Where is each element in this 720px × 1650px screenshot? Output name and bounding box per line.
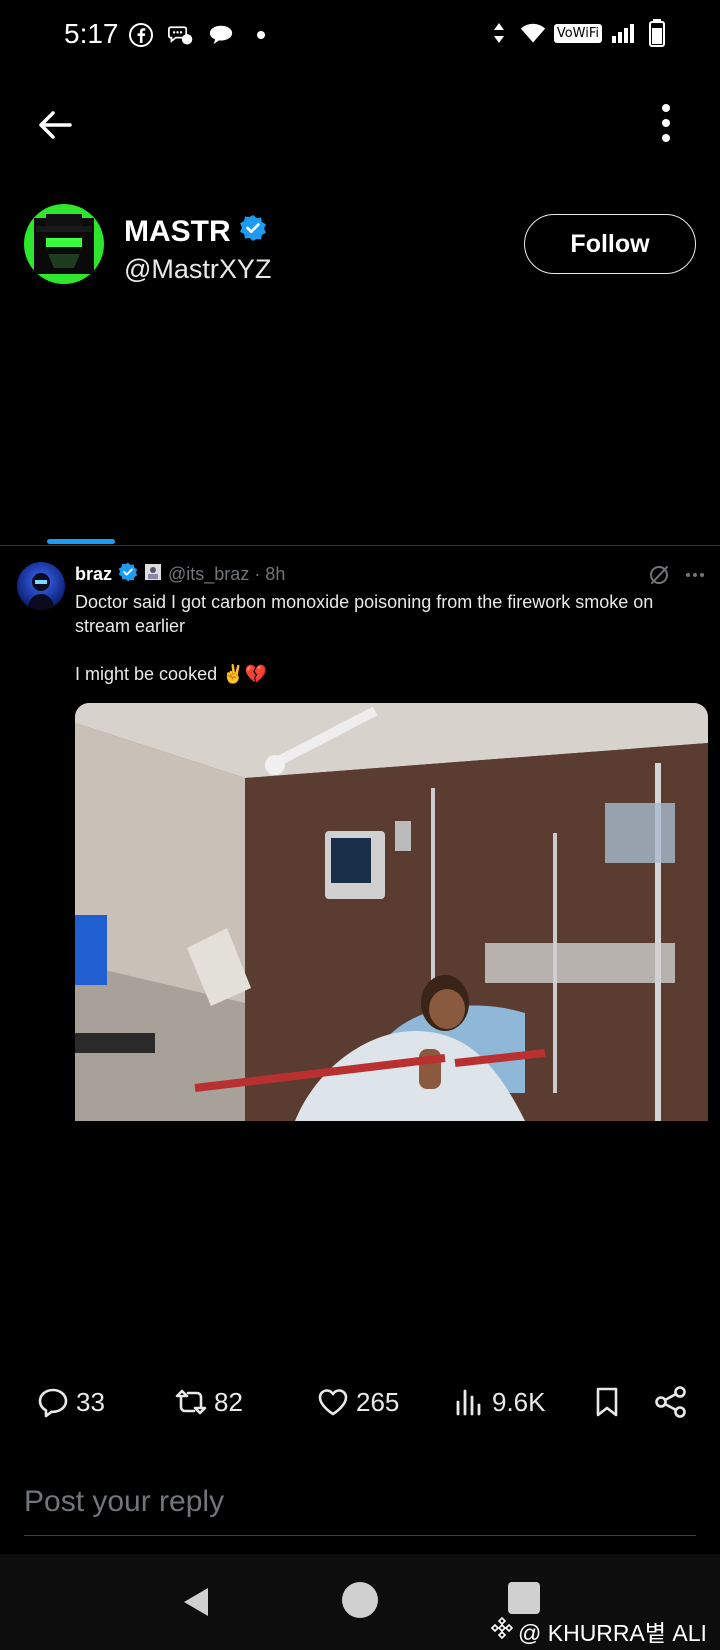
bookmark-icon (590, 1385, 624, 1419)
binance-logo-icon (490, 1616, 514, 1646)
reply-box (24, 1480, 696, 1536)
avatar[interactable] (24, 204, 104, 284)
views-icon (452, 1385, 486, 1419)
profile-name: MASTR (124, 215, 231, 248)
repost-icon (174, 1385, 208, 1419)
share-button[interactable] (654, 1385, 688, 1419)
nav-back-icon[interactable] (178, 1584, 214, 1620)
like-count: 265 (356, 1386, 400, 1417)
engagement-bar: 33 82 265 9.6K (0, 1385, 720, 1429)
status-bar: 5:17 VoWiFi (0, 0, 720, 72)
like-icon (316, 1385, 350, 1419)
nav-home-icon[interactable] (342, 1582, 378, 1618)
repost-button[interactable]: 82 (174, 1385, 243, 1419)
wifi-icon (520, 20, 546, 46)
like-button[interactable]: 265 (316, 1385, 399, 1419)
reply-button[interactable]: 33 (36, 1385, 105, 1419)
data-arrows-icon (486, 20, 512, 46)
status-time: 5:17 (64, 18, 119, 49)
tweet-text-line: Doctor said I got carbon monoxide poison… (75, 592, 654, 636)
tweet-avatar[interactable] (17, 562, 65, 610)
profile-handle: @MastrXYZ (124, 254, 272, 284)
battery-icon (644, 19, 670, 47)
reply-icon (36, 1385, 70, 1419)
verified-badge-icon (118, 562, 138, 587)
views-count: 9.6K (492, 1386, 546, 1417)
facebook-icon (128, 22, 154, 48)
notification-dot-icon (248, 22, 274, 48)
tweet-author-name[interactable]: braz (75, 564, 112, 585)
watermark: @ KHURRA볕 ALI (490, 1614, 707, 1648)
system-nav-bar: @ KHURRA볕 ALI (0, 1554, 720, 1650)
tweet-photo[interactable] (75, 703, 708, 1121)
signal-icon (610, 20, 636, 46)
nav-recent-apps-icon[interactable] (508, 1582, 540, 1614)
messenger-notification-icon (168, 22, 194, 48)
affiliate-badge-icon (144, 563, 162, 586)
tab-indicator (47, 539, 115, 544)
profile-header: MASTR @MastrXYZ Follow (0, 204, 720, 294)
chat-icon (208, 22, 234, 48)
reply-input[interactable] (24, 1480, 696, 1524)
tweet-text: Doctor said I got carbon monoxide poison… (75, 590, 695, 686)
back-arrow-icon[interactable] (34, 104, 76, 146)
grok-icon[interactable] (648, 564, 670, 591)
reply-count: 33 (76, 1386, 105, 1417)
watermark-text: @ KHURRA볕 ALI (518, 1620, 707, 1646)
tweet-handle-time: @its_braz · 8h (168, 564, 286, 584)
tweet-text-line: I might be cooked ✌️💔 (75, 664, 267, 684)
divider (0, 545, 720, 546)
verified-badge-icon (239, 214, 267, 250)
bookmark-button[interactable] (590, 1385, 624, 1419)
repost-count: 82 (214, 1386, 243, 1417)
follow-button[interactable]: Follow (524, 214, 696, 274)
more-horizontal-icon[interactable] (684, 564, 706, 591)
more-vertical-icon[interactable] (654, 102, 678, 144)
top-nav (0, 88, 720, 160)
views-button[interactable]: 9.6K (452, 1385, 546, 1419)
share-icon (654, 1385, 688, 1419)
vowifi-label: VoWiFi (553, 23, 602, 43)
